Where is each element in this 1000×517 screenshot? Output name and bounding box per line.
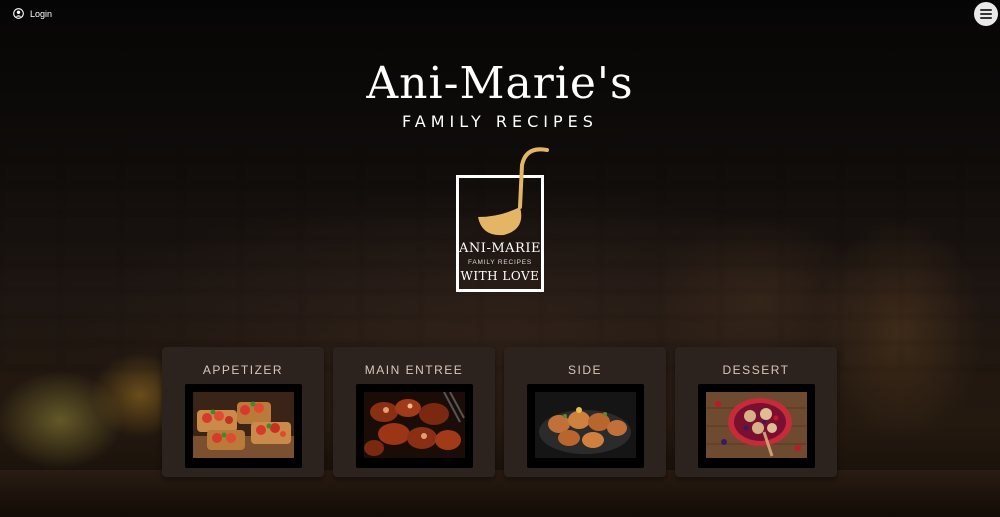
- category-thumbnail[interactable]: [356, 384, 473, 468]
- grilled-meat-photo: [364, 392, 465, 458]
- logo-line-3: WITH LOVE: [460, 269, 540, 283]
- logo-line-2: FAMILY RECIPES: [467, 259, 533, 266]
- login-label: Login: [30, 8, 53, 19]
- category-card-appetizer[interactable]: APPETIZER: [162, 347, 324, 477]
- category-thumbnail[interactable]: [527, 384, 644, 468]
- countertop: [0, 470, 1000, 517]
- site-title: Ani-Marie's: [366, 58, 634, 109]
- category-card-dessert[interactable]: DESSERT: [675, 347, 837, 477]
- hamburger-menu-button[interactable]: [974, 2, 998, 26]
- user-circle-icon: [13, 8, 24, 19]
- berry-cobbler-photo: [706, 392, 807, 458]
- category-label: MAIN ENTREE: [364, 363, 464, 377]
- category-cards: APPETIZER MAIN ENTREE SIDE DESSERT: [162, 347, 837, 477]
- category-card-side[interactable]: SIDE: [504, 347, 666, 477]
- roasted-potatoes-photo: [535, 392, 636, 458]
- login-link[interactable]: Login: [13, 8, 52, 19]
- hamburger-menu-icon: [980, 9, 992, 11]
- bruschetta-photo: [193, 392, 294, 458]
- category-label: DESSERT: [722, 363, 790, 377]
- logo-line-1: ANI-MARIE: [459, 241, 541, 256]
- category-label: APPETIZER: [202, 363, 284, 377]
- site-logo: ANI-MARIE FAMILY RECIPES WITH LOVE: [454, 147, 550, 295]
- category-thumbnail[interactable]: [698, 384, 815, 468]
- site-subtitle: FAMILY RECIPES: [402, 112, 598, 131]
- category-card-main-entree[interactable]: MAIN ENTREE: [333, 347, 495, 477]
- category-label: SIDE: [567, 363, 602, 377]
- category-thumbnail[interactable]: [185, 384, 302, 468]
